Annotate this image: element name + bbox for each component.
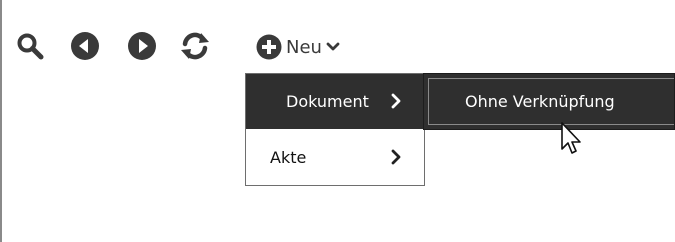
refresh-icon[interactable]	[179, 31, 211, 61]
search-icon[interactable]	[16, 32, 44, 60]
dokument-submenu: Ohne Verknüpfung	[423, 73, 675, 130]
left-border	[0, 0, 2, 242]
submenu-item-label: Ohne Verknüpfung	[465, 92, 615, 111]
new-button-label: Neu	[286, 36, 322, 58]
back-icon[interactable]	[70, 31, 100, 61]
chevron-right-icon	[391, 149, 401, 165]
chevron-down-icon	[326, 42, 340, 51]
forward-icon[interactable]	[127, 31, 157, 61]
mouse-cursor-icon	[561, 122, 581, 154]
new-dropdown-menu: Dokument Akte	[245, 73, 425, 186]
menu-item-dokument[interactable]: Dokument	[246, 74, 424, 129]
menu-item-label: Dokument	[286, 92, 369, 111]
submenu-item-ohne-verknuepfung[interactable]: Ohne Verknüpfung	[428, 78, 674, 125]
chevron-right-icon	[391, 93, 401, 109]
new-menu-button[interactable]: Neu	[256, 30, 340, 64]
menu-item-akte[interactable]: Akte	[246, 130, 424, 185]
page: Neu Dokument Akte Ohne Verknüpfung	[0, 0, 675, 242]
plus-circle-icon	[256, 34, 282, 60]
menu-item-label: Akte	[270, 148, 307, 167]
